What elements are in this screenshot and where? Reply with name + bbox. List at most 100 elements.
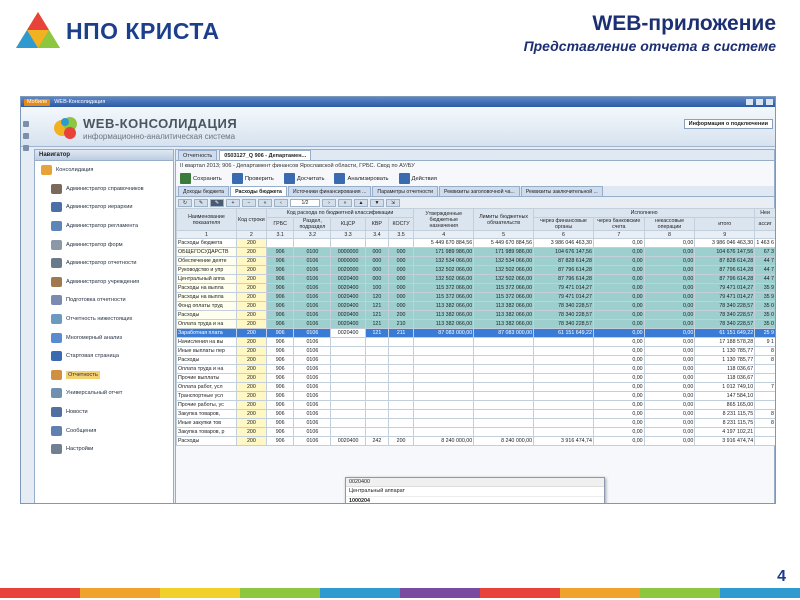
- table-cell[interactable]: 0106: [293, 346, 332, 356]
- table-cell[interactable]: 0,00: [592, 238, 645, 248]
- table-cell[interactable]: 906: [265, 319, 295, 329]
- table-cell[interactable]: [330, 382, 366, 392]
- app-menu-button[interactable]: Мобиле: [24, 98, 51, 106]
- table-cell[interactable]: 118 036,67: [694, 373, 756, 383]
- col-kvr-header[interactable]: КВР: [364, 217, 389, 231]
- table-cell[interactable]: [533, 382, 594, 392]
- table-cell[interactable]: [473, 337, 535, 347]
- table-cell[interactable]: 35 9: [754, 283, 775, 293]
- table-cell[interactable]: [413, 400, 475, 410]
- table-cell[interactable]: 906: [265, 427, 295, 437]
- table-cell[interactable]: 200: [387, 310, 415, 320]
- table-cell[interactable]: 906: [265, 364, 295, 374]
- table-cell[interactable]: Оплата труда и на: [176, 319, 237, 329]
- col-kcsr-header[interactable]: КЦСР: [330, 217, 366, 231]
- col-row-code-header[interactable]: Код строки: [235, 208, 267, 231]
- move-up-icon[interactable]: ▲: [354, 198, 368, 207]
- table-cell[interactable]: 0000000: [330, 256, 366, 266]
- table-cell[interactable]: [754, 427, 775, 437]
- table-cell[interactable]: [533, 346, 594, 356]
- table-cell[interactable]: [364, 364, 389, 374]
- table-cell[interactable]: 0,00: [592, 409, 645, 419]
- table-cell[interactable]: 118 036,67: [694, 364, 756, 374]
- table-cell[interactable]: 000: [387, 247, 415, 257]
- table-cell[interactable]: [413, 346, 475, 356]
- table-cell[interactable]: 113 382 066,00: [413, 319, 475, 329]
- table-cell[interactable]: [413, 382, 475, 392]
- table-cell[interactable]: 35 0: [754, 310, 775, 320]
- nav-item[interactable]: Новости: [35, 403, 173, 422]
- table-cell[interactable]: [413, 418, 475, 428]
- table-cell[interactable]: 8 231 115,75: [694, 409, 756, 419]
- table-cell[interactable]: 000: [387, 256, 415, 266]
- table-cell[interactable]: 0,00: [592, 364, 645, 374]
- table-cell[interactable]: Расходы на выпла: [176, 292, 237, 302]
- table-row[interactable]: Начисления на вы 200 906 0106 0,00 0,00 17 188…: [176, 337, 775, 347]
- table-cell[interactable]: 0,00: [592, 283, 645, 293]
- table-cell[interactable]: 115 372 066,00: [473, 292, 535, 302]
- table-cell[interactable]: [265, 238, 295, 248]
- table-cell[interactable]: 100: [364, 283, 389, 293]
- nav-item[interactable]: Настройки: [35, 440, 173, 459]
- table-cell[interactable]: 0100: [293, 247, 332, 257]
- table-cell[interactable]: [754, 400, 775, 410]
- table-cell[interactable]: 8 231 115,75: [694, 418, 756, 428]
- table-cell[interactable]: 0020400: [330, 328, 366, 338]
- table-cell[interactable]: 35 9: [754, 292, 775, 302]
- table-cell[interactable]: 8: [754, 346, 775, 356]
- table-cell[interactable]: Расходы бюджета: [176, 238, 237, 248]
- table-cell[interactable]: 1 463 6: [754, 238, 775, 248]
- table-cell[interactable]: 78 340 228,57: [694, 310, 756, 320]
- table-cell[interactable]: 87 083 000,00: [413, 328, 475, 338]
- table-cell[interactable]: 000: [387, 265, 415, 275]
- table-cell[interactable]: [387, 355, 415, 365]
- table-cell[interactable]: [387, 382, 415, 392]
- table-cell[interactable]: 5 449 670 884,56: [473, 238, 535, 248]
- table-cell[interactable]: [364, 418, 389, 428]
- col-next2-header[interactable]: ассиг: [754, 217, 775, 231]
- table-cell[interactable]: 8 240 000,00: [473, 436, 535, 446]
- table-cell[interactable]: 000: [387, 292, 415, 302]
- table-cell[interactable]: 0106: [293, 292, 332, 302]
- table-row[interactable]: Расходы 200 906 0106 0,00 0,00 1 130 785,77 8: [176, 355, 775, 365]
- table-cell[interactable]: 0106: [293, 337, 332, 347]
- table-cell[interactable]: 0,00: [592, 310, 645, 320]
- maximize-icon[interactable]: [756, 99, 763, 105]
- prev-page-icon[interactable]: ‹: [274, 198, 288, 207]
- table-cell[interactable]: [330, 391, 366, 401]
- table-cell[interactable]: 0,00: [643, 355, 696, 365]
- pencil-icon[interactable]: ✎: [210, 198, 224, 207]
- table-cell[interactable]: 113 382 066,00: [473, 319, 535, 329]
- table-cell[interactable]: 132 502 066,00: [473, 265, 535, 275]
- table-cell[interactable]: 1 012 749,10: [694, 382, 756, 392]
- table-cell[interactable]: 87 828 614,28: [694, 256, 756, 266]
- table-cell[interactable]: 78 340 228,57: [694, 319, 756, 329]
- table-cell[interactable]: 0,00: [643, 283, 696, 293]
- sheet-tab[interactable]: Доходы бюджета: [178, 186, 230, 196]
- kcsr-autocomplete-dropdown[interactable]: 0020400 Центральный аппарат 1000204Подпро…: [345, 477, 605, 503]
- table-cell[interactable]: 61 151 649,22: [694, 328, 756, 338]
- table-cell[interactable]: [533, 400, 594, 410]
- close-icon[interactable]: [766, 99, 773, 105]
- table-cell[interactable]: 906: [265, 301, 295, 311]
- table-cell[interactable]: 200: [235, 265, 267, 275]
- table-cell[interactable]: Иные закупки тов: [176, 418, 237, 428]
- document-tab[interactable]: 0503127_Q 906 - Департамен...: [219, 150, 312, 160]
- table-cell[interactable]: [413, 355, 475, 365]
- col-limits-header[interactable]: Лимиты бюджетных обязательств: [473, 208, 535, 231]
- table-row[interactable]: Прочие выплаты 200 906 0106 0,00 0,00 118 036,…: [176, 373, 775, 383]
- table-cell[interactable]: [533, 337, 594, 347]
- table-row[interactable]: Расходы бюджета 200 5 449 670 884,56 5 449 …: [176, 238, 775, 248]
- col-grbs-header[interactable]: ГРБС: [265, 217, 295, 231]
- table-cell[interactable]: [330, 337, 366, 347]
- table-cell[interactable]: 132 502 066,00: [413, 274, 475, 284]
- table-cell[interactable]: 906: [265, 409, 295, 419]
- table-cell[interactable]: [364, 346, 389, 356]
- table-cell[interactable]: 78 340 228,57: [533, 301, 594, 311]
- table-cell[interactable]: 0,00: [592, 328, 645, 338]
- table-cell[interactable]: 0,00: [643, 238, 696, 248]
- nav-item[interactable]: Подготовка отчетности: [35, 291, 173, 310]
- table-cell[interactable]: Расходы: [176, 310, 237, 320]
- table-cell[interactable]: [473, 400, 535, 410]
- table-row[interactable]: Иные выплаты пер 200 906 0106 0,00 0,00 1 130 …: [176, 346, 775, 356]
